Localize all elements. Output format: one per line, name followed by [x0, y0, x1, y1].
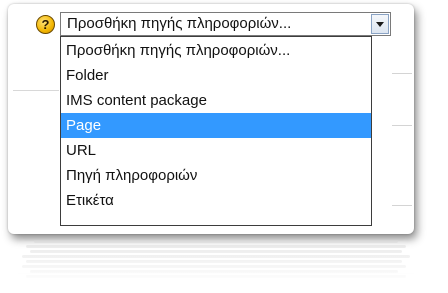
divider — [392, 73, 412, 74]
dropdown-option[interactable]: Ετικέτα — [61, 188, 371, 213]
select-current-value: Προσθήκη πηγής πληροφοριών... — [67, 15, 292, 32]
dropdown-list: Προσθήκη πηγής πληροφοριών... Folder IMS… — [60, 36, 372, 226]
dropdown-option[interactable]: Πηγή πληροφοριών — [61, 163, 371, 188]
add-resource-select[interactable]: Προσθήκη πηγής πληροφοριών... — [60, 12, 391, 36]
panel-reflection — [18, 240, 414, 286]
help-icon-glyph: ? — [41, 17, 50, 32]
dropdown-option[interactable]: IMS content package — [61, 88, 371, 113]
divider — [392, 205, 412, 206]
dropdown-option[interactable]: Προσθήκη πηγής πληροφοριών... — [61, 38, 371, 63]
divider — [13, 90, 59, 91]
dropdown-option[interactable]: URL — [61, 138, 371, 163]
screenshot-stage: ? Προσθήκη πηγής πληροφοριών... Προσθήκη… — [0, 0, 448, 293]
chevron-down-icon[interactable] — [371, 14, 389, 34]
dropdown-option-selected[interactable]: Page — [61, 113, 371, 138]
dropdown-option[interactable]: Folder — [61, 63, 371, 88]
help-icon[interactable]: ? — [36, 15, 55, 34]
divider — [392, 125, 412, 126]
